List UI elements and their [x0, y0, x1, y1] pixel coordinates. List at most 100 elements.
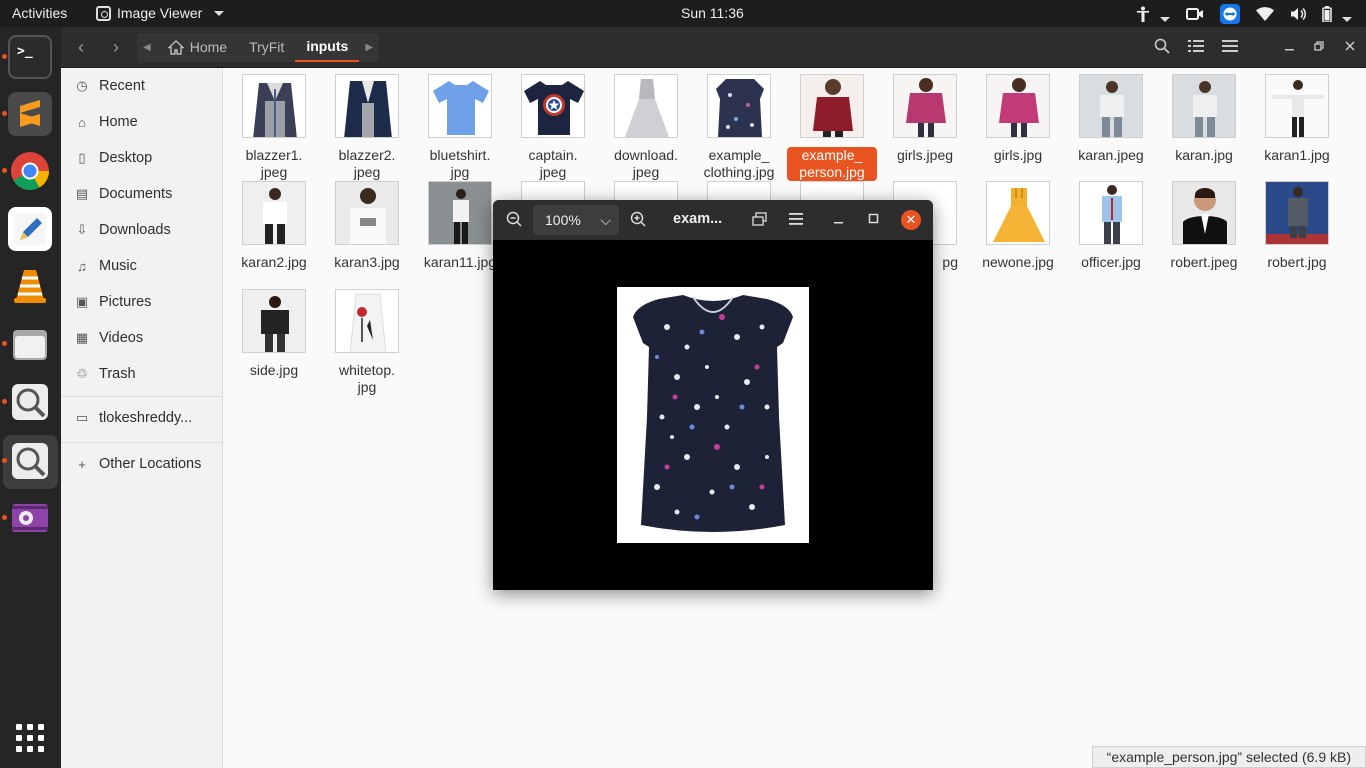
file-name: karan3.jpg: [334, 254, 400, 270]
chrome-icon[interactable]: [8, 149, 52, 193]
accessibility-icon[interactable]: [1136, 6, 1171, 25]
show-applications-icon[interactable]: [16, 724, 44, 752]
file-item[interactable]: karan.jpeg: [1066, 74, 1156, 164]
search-icon[interactable]: [1154, 38, 1170, 58]
file-item[interactable]: captain. jpeg: [508, 74, 598, 181]
image-viewer-active-icon[interactable]: [3, 435, 58, 489]
sidebar-item-label: Pictures: [99, 294, 152, 310]
image-viewer-window: 100% ⌵ exam... ✕: [493, 200, 933, 590]
camera-icon[interactable]: [1186, 7, 1204, 24]
zoom-level-dropdown[interactable]: 100% ⌵: [533, 205, 619, 235]
file-name: blazzer1. jpeg: [245, 147, 303, 180]
sidebar-item-drive[interactable]: ▭ tlokeshreddy...: [74, 406, 192, 430]
file-name: officer.jpg: [1081, 254, 1141, 270]
status-bar: “example_person.jpg” selected (6.9 kB): [1091, 746, 1366, 768]
app-menu[interactable]: Image Viewer: [96, 5, 225, 21]
file-name: example_ person.jpg: [787, 147, 877, 181]
path-inputs[interactable]: inputs: [295, 33, 360, 62]
video-icon: ▦: [75, 330, 89, 345]
top-bar: Activities Image Viewer Sun 11:36: [0, 0, 1366, 27]
battery-icon[interactable]: [1322, 6, 1352, 25]
close-icon[interactable]: [1344, 39, 1356, 56]
clock[interactable]: Sun 11:36: [681, 5, 744, 21]
hamburger-menu-icon[interactable]: [787, 211, 805, 229]
file-item[interactable]: robert.jpg: [1252, 181, 1342, 271]
maximize-icon[interactable]: [865, 211, 883, 229]
file-item[interactable]: side.jpg: [229, 289, 319, 379]
text-editor-icon[interactable]: [8, 207, 52, 251]
file-item[interactable]: whitetop. jpg: [322, 289, 412, 396]
home-icon: ⌂: [78, 114, 86, 130]
chevron-down-icon: [1160, 17, 1171, 22]
minimize-icon[interactable]: [1284, 39, 1296, 56]
sidebar-item-downloads[interactable]: ⇩ Downloads: [74, 218, 171, 242]
path-left-arrow-icon[interactable]: ◀: [137, 33, 157, 62]
image-viewer-icon[interactable]: [8, 380, 52, 424]
file-item[interactable]: girls.jpeg: [880, 74, 970, 164]
volume-icon[interactable]: [1290, 7, 1307, 24]
file-name: example_ clothing.jpg: [703, 147, 775, 180]
video-player-icon[interactable]: [8, 496, 52, 540]
displayed-image: [617, 287, 809, 543]
file-item[interactable]: blazzer1. jpeg: [229, 74, 319, 181]
file-thumbnail: [1265, 74, 1329, 138]
file-item[interactable]: karan.jpg: [1159, 74, 1249, 164]
hamburger-menu-icon[interactable]: [1222, 39, 1238, 57]
sidebar-item-videos[interactable]: ▦ Videos: [74, 326, 143, 350]
file-thumbnail: [242, 289, 306, 353]
file-name: girls.jpeg: [896, 147, 954, 163]
file-item[interactable]: karan1.jpg: [1252, 74, 1342, 164]
sidebar-item-other-locations[interactable]: + Other Locations: [74, 452, 201, 476]
file-item[interactable]: robert.jpeg: [1159, 181, 1249, 271]
viewer-title: exam...: [673, 211, 723, 227]
file-item[interactable]: karan2.jpg: [229, 181, 319, 271]
header-bar: ‹ › ◀ Home TryFit inputs ▶: [61, 27, 1366, 68]
running-indicator: [2, 341, 7, 346]
files-icon[interactable]: [8, 322, 52, 366]
teamviewer-icon[interactable]: [1220, 4, 1241, 27]
file-item[interactable]: karan3.jpg: [322, 181, 412, 271]
file-name: karan11.jpg: [423, 254, 497, 270]
zoom-in-icon[interactable]: [629, 211, 647, 229]
close-icon[interactable]: ✕: [901, 210, 921, 230]
file-item[interactable]: download. jpeg: [601, 74, 691, 181]
chevron-down-icon: [214, 10, 225, 16]
sidebar-item-trash[interactable]: ♲ Trash: [74, 362, 135, 386]
file-item[interactable]: example_ clothing.jpg: [694, 74, 784, 181]
minimize-icon[interactable]: [830, 211, 848, 229]
terminal-icon[interactable]: >_: [8, 35, 52, 79]
file-item[interactable]: girls.jpg: [973, 74, 1063, 164]
path-right-arrow-icon[interactable]: ▶: [359, 33, 379, 62]
file-item-selected[interactable]: example_ person.jpg: [787, 74, 877, 181]
sidebar-item-pictures[interactable]: ▣ Pictures: [74, 290, 152, 314]
file-thumbnail: [893, 74, 957, 138]
sidebar-item-music[interactable]: ♫ Music: [74, 254, 137, 278]
back-icon[interactable]: ‹: [71, 37, 91, 57]
activities-button[interactable]: Activities: [12, 5, 67, 21]
gallery-icon[interactable]: [751, 211, 769, 229]
path-tryfit[interactable]: TryFit: [238, 33, 295, 62]
chevron-down-icon: ⌵: [600, 212, 611, 228]
sidebar-item-desktop[interactable]: ▯ Desktop: [74, 146, 152, 170]
sidebar-divider: [61, 396, 223, 397]
system-tray[interactable]: [1136, 4, 1352, 27]
forward-icon[interactable]: ›: [106, 37, 126, 57]
zoom-out-icon[interactable]: [505, 211, 523, 229]
file-name: robert.jpg: [1267, 254, 1327, 270]
maximize-icon[interactable]: [1314, 39, 1326, 56]
list-view-icon[interactable]: [1188, 39, 1204, 57]
sidebar-item-home[interactable]: ⌂ Home: [74, 110, 138, 134]
wifi-icon[interactable]: [1256, 7, 1275, 24]
file-item[interactable]: bluetshirt. jpg: [415, 74, 505, 181]
file-name: whitetop. jpg: [338, 362, 396, 395]
sublime-text-icon[interactable]: [8, 92, 52, 136]
file-item[interactable]: blazzer2. jpeg: [322, 74, 412, 181]
file-item[interactable]: officer.jpg: [1066, 181, 1156, 271]
vlc-icon[interactable]: [8, 264, 52, 308]
path-home[interactable]: Home: [157, 33, 238, 62]
drive-icon: ▭: [75, 410, 89, 425]
sidebar-item-recent[interactable]: ◷ Recent: [74, 74, 145, 98]
file-item[interactable]: newone.jpg: [973, 181, 1063, 271]
file-item[interactable]: karan11.jpg: [415, 181, 505, 271]
sidebar-item-documents[interactable]: ▤ Documents: [74, 182, 173, 206]
